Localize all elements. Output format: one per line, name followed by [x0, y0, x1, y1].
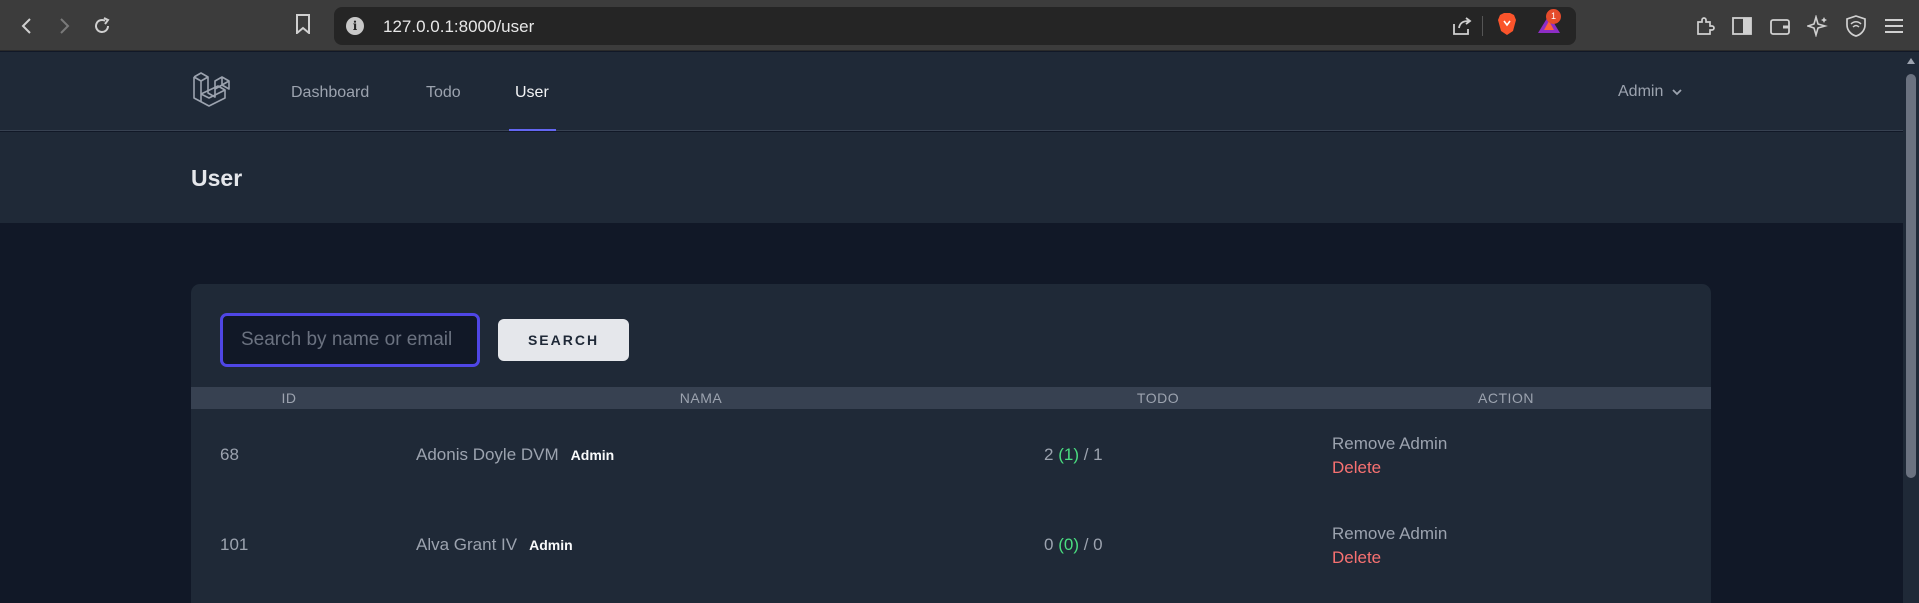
role-badge: Admin — [570, 447, 615, 463]
wallet-icon[interactable] — [1764, 10, 1796, 42]
user-name: Adonis Doyle DVM — [416, 445, 559, 464]
todo-total: 0 — [1044, 535, 1054, 554]
user-menu-label: Admin — [1618, 83, 1664, 100]
delete-link[interactable]: Delete — [1332, 548, 1447, 568]
todo-remaining: 1 — [1093, 445, 1103, 464]
reload-icon[interactable] — [86, 10, 118, 42]
table-header: ID NAMA TODO ACTION — [191, 387, 1711, 409]
column-header-todo: TODO — [1136, 390, 1180, 406]
todo-total: 2 — [1044, 445, 1054, 464]
nav-user[interactable]: User — [515, 84, 549, 102]
row-id: 68 — [220, 445, 239, 464]
back-icon[interactable] — [11, 10, 43, 42]
laravel-logo-icon[interactable] — [192, 69, 236, 116]
todo-done: (1) — [1058, 445, 1079, 464]
row-todo: 0 (0) / 0 — [1044, 535, 1103, 554]
address-bar[interactable]: i 127.0.0.1:8000/user — [334, 7, 1576, 45]
chevron-down-icon — [1671, 83, 1683, 101]
user-table-card: SEARCH ID NAMA TODO ACTION 68 Adonis Doy… — [191, 284, 1711, 603]
delete-link[interactable]: Delete — [1332, 458, 1447, 478]
todo-done: (0) — [1058, 535, 1079, 554]
url-text: 127.0.0.1:8000/user — [383, 17, 535, 36]
row-actions: Remove Admin Delete — [1332, 524, 1447, 568]
role-badge: Admin — [529, 537, 573, 553]
site-info-icon[interactable]: i — [346, 17, 364, 35]
active-nav-indicator — [509, 129, 556, 131]
extensions-icon[interactable] — [1689, 10, 1721, 42]
search-button[interactable]: SEARCH — [498, 319, 629, 361]
sidebar-icon[interactable] — [1726, 10, 1758, 42]
remove-admin-link[interactable]: Remove Admin — [1332, 524, 1447, 544]
vpn-icon[interactable] — [1840, 10, 1872, 42]
menu-icon[interactable] — [1878, 10, 1910, 42]
page-title: User — [191, 165, 243, 191]
user-menu[interactable]: Admin — [1618, 83, 1683, 101]
share-icon[interactable] — [1451, 16, 1473, 36]
remove-admin-link[interactable]: Remove Admin — [1332, 434, 1447, 454]
column-header-nama: NAMA — [679, 390, 723, 406]
row-id: 101 — [220, 535, 249, 554]
search-input[interactable] — [220, 313, 480, 367]
leo-ai-icon[interactable] — [1802, 10, 1834, 42]
brave-shields-icon[interactable] — [1497, 12, 1517, 36]
row-actions: Remove Admin Delete — [1332, 434, 1447, 478]
column-header-action: ACTION — [1478, 390, 1534, 406]
nav-dashboard[interactable]: Dashboard — [291, 84, 369, 102]
row-name: Adonis Doyle DVM Admin — [416, 445, 614, 465]
table-row: 68 Adonis Doyle DVM Admin 2 (1) / 1 Remov… — [191, 409, 1711, 499]
rewards-badge: 1 — [1546, 9, 1561, 24]
column-header-id: ID — [281, 390, 297, 406]
page-scrollbar[interactable] — [1903, 52, 1919, 603]
browser-toolbar: i 127.0.0.1:8000/user 1 — [0, 0, 1919, 51]
table-row: 101 Alva Grant IV Admin 0 (0) / 0 Remove … — [191, 499, 1711, 589]
page-header: User — [0, 132, 1903, 223]
bookmark-icon[interactable] — [295, 14, 311, 34]
row-todo: 2 (1) / 1 — [1044, 445, 1103, 464]
nav-todo[interactable]: Todo — [426, 84, 461, 102]
user-name: Alva Grant IV — [416, 535, 518, 554]
app-navbar: Dashboard Todo User Admin — [0, 52, 1903, 131]
todo-remaining: 0 — [1093, 535, 1103, 554]
scrollbar-thumb[interactable] — [1906, 74, 1916, 478]
scroll-up-arrow-icon[interactable] — [1907, 58, 1915, 64]
row-name: Alva Grant IV Admin — [416, 535, 573, 555]
forward-icon[interactable] — [48, 10, 80, 42]
